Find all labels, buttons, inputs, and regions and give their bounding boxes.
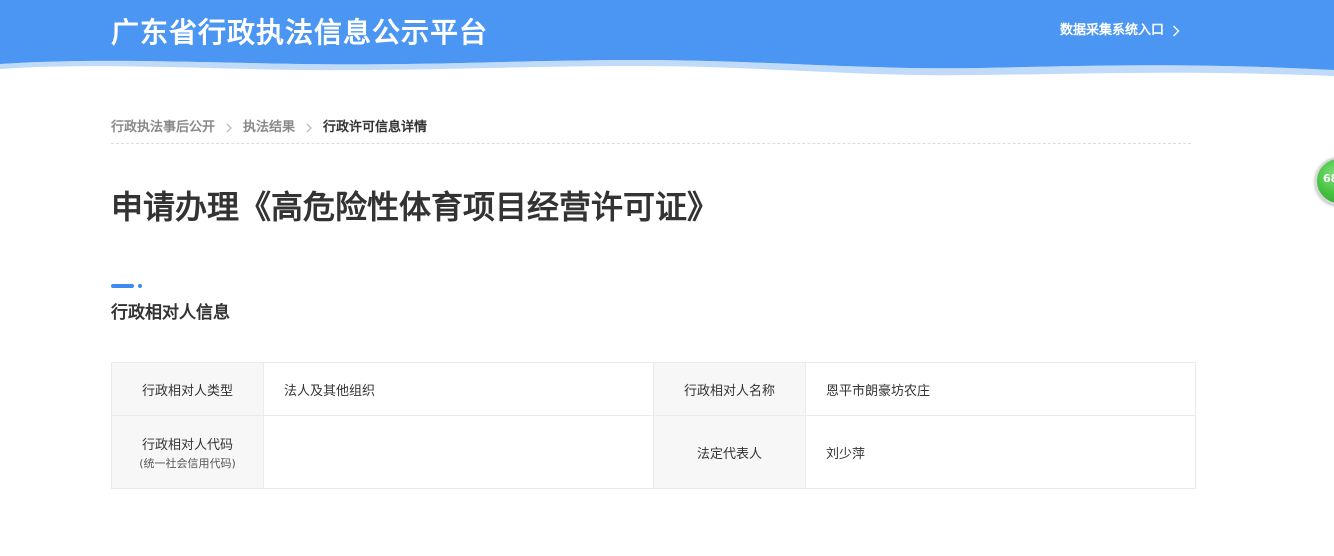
page-title: 申请办理《高危险性体育项目经营许可证》 [111,188,720,226]
legal-representative-value: 刘少萍 [805,415,1196,489]
party-name-value: 恩平市朗豪坊农庄 [805,362,1196,416]
data-collection-entry-label: 数据采集系统入口 [1060,23,1165,38]
breadcrumb-item-enforcement-results[interactable]: 执法结果 [243,117,295,139]
party-code-value [263,415,654,489]
table-row: 行政相对人类型 法人及其他组织 行政相对人名称 恩平市朗豪坊农庄 [111,362,1196,416]
party-code-label-cell: 行政相对人代码 (统一社会信用代码) [111,415,264,489]
breadcrumb-item-post-enforcement[interactable]: 行政执法事后公开 [111,117,215,139]
data-collection-entry-link[interactable]: 数据采集系统入口 [1060,21,1180,41]
party-type-value: 法人及其他组织 [263,362,654,416]
section-title: 行政相对人信息 [111,303,230,323]
party-type-label: 行政相对人类型 [111,362,264,416]
party-info-table: 行政相对人类型 法人及其他组织 行政相对人名称 恩平市朗豪坊农庄 行政相对人代码… [111,362,1196,489]
header-banner: 广东省行政执法信息公示平台 数据采集系统入口 [0,0,1334,80]
floating-counter-badge[interactable]: 68 [1315,157,1334,205]
legal-representative-label: 法定代表人 [653,415,806,489]
chevron-right-icon [226,123,232,133]
party-code-sublabel: (统一社会信用代码) [139,456,236,470]
section-accent-mark [111,284,145,288]
party-name-label: 行政相对人名称 [653,362,806,416]
party-code-label: 行政相对人代码 [141,437,233,453]
chevron-right-icon [1173,25,1180,37]
chevron-right-icon [306,123,312,133]
site-title[interactable]: 广东省行政执法信息公示平台 [111,13,488,53]
section-accent-bar [111,284,134,288]
breadcrumb-item-current: 行政许可信息详情 [323,120,428,135]
breadcrumb: 行政执法事后公开 执法结果 行政许可信息详情 [111,117,1191,144]
table-row: 行政相对人代码 (统一社会信用代码) 法定代表人 刘少萍 [111,415,1196,489]
floating-badge-text: 68 [1323,172,1334,185]
section-accent-dot [138,284,142,288]
